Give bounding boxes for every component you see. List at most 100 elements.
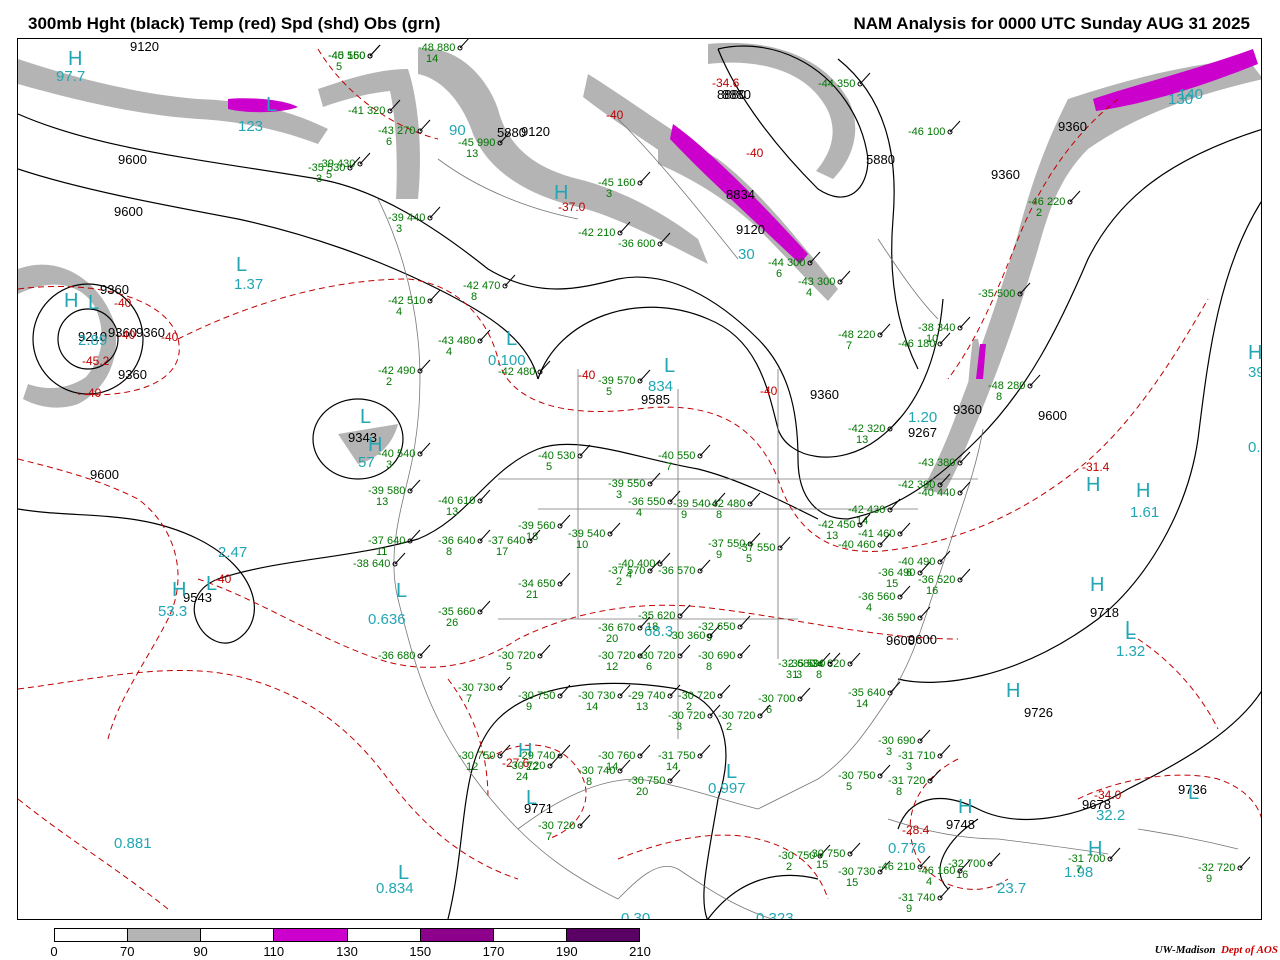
temperature-label: -40 bbox=[578, 368, 596, 382]
station-obs: -46 210 bbox=[878, 861, 915, 873]
wind-barb bbox=[429, 206, 441, 219]
station-obs: -32 720 bbox=[1198, 862, 1235, 874]
colorbar-segment bbox=[493, 929, 567, 941]
station-obs: -31 700 bbox=[1068, 853, 1105, 865]
pressure-center-letter: H bbox=[172, 579, 186, 601]
station-dewpoint-depression: 10 bbox=[576, 539, 588, 551]
wind-barb bbox=[419, 442, 431, 455]
wind-speed-label: 0.636 bbox=[368, 611, 406, 628]
station-obs: -39 440 bbox=[388, 212, 425, 224]
weather-map[interactable]: 9120 9600 9600 9360 9360 9360 9 2 10 9360 9 3 4 3 9600… bbox=[17, 38, 1262, 920]
wind-barb bbox=[799, 687, 811, 700]
height-label: 9726 bbox=[1024, 705, 1053, 720]
station-obs: -30 720 bbox=[498, 650, 535, 662]
colorbar-label: 70 bbox=[120, 944, 135, 959]
station-obs: -46 160 bbox=[918, 865, 955, 877]
station-obs: -40 540 bbox=[378, 448, 415, 460]
station-dewpoint-depression: 26 bbox=[446, 617, 458, 629]
credit-org: UW-Madison bbox=[1154, 944, 1216, 956]
wind-barb bbox=[739, 644, 751, 657]
station-dewpoint-depression: 5 bbox=[606, 386, 612, 398]
wind-barb bbox=[739, 615, 751, 628]
wind-speed-label: 0.323 bbox=[756, 910, 794, 920]
wind-speed-label: 1.32 bbox=[1116, 643, 1145, 660]
wind-barb bbox=[939, 886, 951, 899]
wind-barb bbox=[959, 568, 971, 581]
wind-barb bbox=[959, 316, 971, 329]
pressure-center-letter: L bbox=[506, 328, 517, 350]
station-dewpoint-depression: 14 bbox=[586, 701, 598, 713]
height-label: 9120 bbox=[736, 222, 765, 237]
height-label: 9120 bbox=[130, 39, 159, 54]
station-dewpoint-depression: 4 bbox=[396, 306, 402, 318]
station-dewpoint-depression: 6 bbox=[776, 268, 782, 280]
station-obs: -48 280 bbox=[988, 380, 1025, 392]
colorbar-segment bbox=[128, 929, 202, 941]
wind-barb bbox=[879, 323, 891, 336]
station-dewpoint-depression: 21 bbox=[526, 589, 538, 601]
station-obs: -42 210 bbox=[578, 227, 615, 239]
wind-speed-shading bbox=[18, 42, 1261, 494]
station-obs: -37 550 bbox=[738, 542, 775, 554]
height-label: 9600 bbox=[118, 152, 147, 167]
station-dewpoint-depression: 18 bbox=[646, 621, 658, 633]
wind-barb bbox=[1069, 190, 1081, 203]
wind-barb bbox=[659, 552, 671, 565]
pressure-center-letter: H bbox=[1090, 574, 1104, 596]
station-obs: -45 160 bbox=[598, 177, 635, 189]
height-label: 9360 bbox=[810, 387, 839, 402]
wind-barb bbox=[394, 552, 406, 565]
station-obs: -42 470 bbox=[463, 280, 500, 292]
wind-barb bbox=[889, 417, 901, 430]
station-obs: -35 590 bbox=[788, 658, 825, 670]
height-label: 9360 bbox=[1058, 119, 1087, 134]
station-obs: -44 350 bbox=[818, 78, 855, 90]
station-dewpoint-depression: 9 bbox=[716, 549, 722, 561]
station-obs: -44 300 bbox=[768, 257, 805, 269]
wind-barb bbox=[579, 444, 591, 457]
station-obs: -36 570 bbox=[658, 565, 695, 577]
pressure-center-letter: H bbox=[958, 796, 972, 818]
pressure-center-letter: L bbox=[360, 406, 371, 428]
station-dewpoint-depression: 8 bbox=[716, 509, 722, 521]
station-obs: -30 730 bbox=[458, 682, 495, 694]
station-dewpoint-depression: 6 bbox=[386, 136, 392, 148]
wind-barb bbox=[649, 472, 661, 485]
station-obs: -30 700 bbox=[758, 693, 795, 705]
station-obs: -40 400 bbox=[618, 558, 655, 570]
temperature-label: -40 bbox=[746, 146, 764, 160]
wind-barb bbox=[419, 644, 431, 657]
pressure-center-letter: H bbox=[554, 182, 568, 204]
station-obs: -30 690 bbox=[878, 735, 915, 747]
pressure-center-letter: H bbox=[68, 48, 82, 70]
station-obs: -35 500 bbox=[978, 288, 1015, 300]
temperature-label: -40 bbox=[118, 328, 136, 342]
colorbar-label: 150 bbox=[409, 944, 432, 959]
station-dewpoint-depression: 13 bbox=[466, 148, 478, 160]
station-dewpoint-depression: 5 bbox=[846, 781, 852, 793]
wind-speed-label: 0.881 bbox=[114, 835, 152, 852]
wind-barb bbox=[949, 120, 961, 133]
station-dewpoint-depression: 3 bbox=[396, 223, 402, 235]
wind-barb bbox=[699, 744, 711, 757]
wind-barb bbox=[639, 744, 651, 757]
colorbar-label: 130 bbox=[336, 944, 358, 959]
credit: UW-Madison Dept of AOS bbox=[1155, 944, 1278, 956]
height-label: 8834 bbox=[726, 187, 755, 202]
wind-barb bbox=[939, 332, 951, 345]
colorbar-segment bbox=[274, 929, 348, 941]
station-obs: -30 720 bbox=[638, 650, 675, 662]
station-obs: -40 460 bbox=[838, 539, 875, 551]
colorbar-label: 210 bbox=[629, 944, 651, 959]
station-dewpoint-depression: 13 bbox=[826, 530, 838, 542]
station-dewpoint-depression: 9 bbox=[906, 903, 912, 915]
station-obs: -42 480 bbox=[498, 366, 535, 378]
wind-speed-label: 0.776 bbox=[888, 840, 926, 857]
station-obs: -42 490 bbox=[378, 365, 415, 377]
wind-speed-label: 30 bbox=[738, 246, 755, 263]
station-dewpoint-depression: 13 bbox=[636, 701, 648, 713]
pressure-center-letter: L bbox=[396, 580, 407, 602]
station-obs: -46 220 bbox=[1028, 196, 1065, 208]
station-obs: -43 380 bbox=[918, 457, 955, 469]
station-dewpoint-depression: 15 bbox=[846, 877, 858, 889]
